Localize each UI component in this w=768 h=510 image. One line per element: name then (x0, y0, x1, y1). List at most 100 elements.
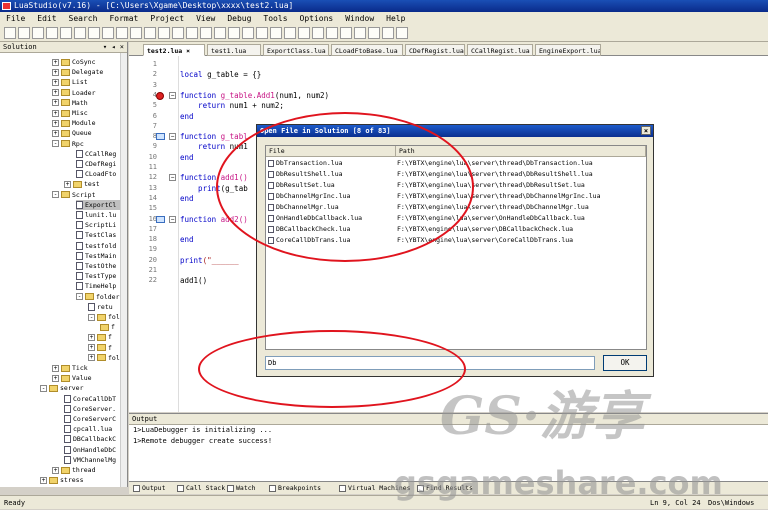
save-icon[interactable] (46, 27, 58, 39)
code-line[interactable]: function g_tabl (180, 132, 248, 141)
expand-icon[interactable]: + (52, 99, 59, 107)
tree-item[interactable]: + Loader (52, 88, 120, 98)
collapse-icon[interactable]: - (40, 384, 47, 392)
tree-scrollbar[interactable] (120, 53, 127, 487)
indent-icon[interactable] (186, 27, 198, 39)
menu-item[interactable]: Project (144, 12, 190, 25)
tab-file[interactable]: test1.lua (207, 44, 261, 56)
tree-item[interactable]: lunit.lu (76, 210, 120, 220)
tree-item[interactable]: - folder (76, 292, 120, 302)
tree-item[interactable]: - folde (88, 312, 120, 322)
expand-icon[interactable]: + (52, 119, 59, 127)
window-icon[interactable] (382, 27, 394, 39)
open-file-icon[interactable] (18, 27, 30, 39)
menu-item[interactable]: View (190, 12, 221, 25)
tree-item[interactable]: OnHandleDbC (64, 445, 120, 455)
collapse-icon[interactable]: - (88, 313, 95, 321)
tree-item[interactable]: ExportCl (76, 199, 120, 210)
tree-item[interactable]: + stress (40, 475, 120, 485)
code-line[interactable]: function g_table.Add1(num1, num2) (180, 91, 329, 100)
tree-item[interactable]: cpcall.lua (64, 424, 120, 434)
stop-icon[interactable] (298, 27, 310, 39)
expand-icon[interactable]: + (52, 58, 59, 66)
tree-item[interactable]: + Misc (52, 108, 120, 118)
fold-toggle-icon[interactable]: − (169, 133, 176, 141)
step-over-icon[interactable] (312, 27, 324, 39)
menu-item[interactable]: File (0, 12, 31, 25)
expand-icon[interactable]: + (64, 180, 71, 188)
expand-icon[interactable]: + (88, 344, 95, 352)
expand-icon[interactable]: + (88, 333, 95, 341)
tree-item[interactable]: + thread (52, 465, 120, 475)
tree-item[interactable]: - Rpc (52, 139, 120, 149)
tree-item[interactable]: + f (88, 343, 120, 353)
expand-icon[interactable]: + (88, 354, 95, 362)
tab-file[interactable]: CLoadFtoBase.lua (331, 44, 403, 56)
tree-item[interactable]: ScriptLi (76, 220, 120, 230)
copy-icon[interactable] (102, 27, 114, 39)
uncomment-icon[interactable] (172, 27, 184, 39)
tree-item[interactable]: testfold (76, 241, 120, 251)
menu-item[interactable]: Edit (31, 12, 62, 25)
tree-item[interactable]: + Value (52, 373, 120, 383)
tree-item[interactable]: + f (88, 332, 120, 342)
tree-item[interactable]: + List (52, 77, 120, 87)
step-into-icon[interactable] (326, 27, 338, 39)
comment-icon[interactable] (158, 27, 170, 39)
tab-file[interactable]: EngineExport.lua (535, 44, 601, 56)
tab-file[interactable]: CCallRegist.lua (467, 44, 533, 56)
bookmark-icon[interactable] (156, 133, 165, 141)
tree-item[interactable]: CoreServer. (64, 404, 120, 414)
tree-item[interactable]: + Queue (52, 128, 120, 138)
expand-icon[interactable]: + (52, 68, 59, 76)
output-tab[interactable]: Watch (227, 483, 256, 494)
watch-icon[interactable] (368, 27, 380, 39)
menu-item[interactable]: Help (380, 12, 411, 25)
tab-file[interactable]: ExportClass.lua (263, 44, 329, 56)
paste-icon[interactable] (116, 27, 128, 39)
print-icon[interactable] (74, 27, 86, 39)
tree-item[interactable]: + CoSync (52, 57, 120, 67)
code-line[interactable]: end (180, 194, 194, 203)
pause-icon[interactable] (284, 27, 296, 39)
tree-item[interactable]: CLoadFto (76, 169, 120, 179)
run-icon[interactable] (270, 27, 282, 39)
breakpoint-icon[interactable] (354, 27, 366, 39)
output-tab[interactable]: Output (133, 483, 165, 494)
menu-item[interactable]: Options (294, 12, 340, 25)
tree-item[interactable]: - Script (52, 190, 120, 200)
tree-item[interactable]: retu (88, 302, 120, 312)
tree-item[interactable]: TestMain (76, 251, 120, 261)
fold-toggle-icon[interactable]: − (169, 174, 176, 182)
tree-item[interactable]: CoreServerC (64, 414, 120, 424)
undo-icon[interactable] (130, 27, 142, 39)
collapse-icon[interactable]: - (52, 191, 59, 199)
find-icon[interactable] (214, 27, 226, 39)
collapse-icon[interactable]: - (76, 293, 83, 301)
code-line[interactable]: return num1 + num2; (180, 101, 284, 110)
tree-item[interactable]: + Tick (52, 363, 120, 373)
code-line[interactable]: add1() (180, 276, 207, 285)
tree-item[interactable]: DBCallbackC (64, 434, 120, 444)
tab-file[interactable]: CDefRegist.lua (405, 44, 465, 56)
tree-item[interactable]: TestOthe (76, 261, 120, 271)
menu-item[interactable]: Window (339, 12, 380, 25)
tree-item[interactable]: CCallReg (76, 149, 120, 159)
tree-item[interactable]: + Delegate (52, 67, 120, 77)
menu-item[interactable]: Tools (257, 12, 293, 25)
code-line[interactable]: end (180, 112, 194, 121)
breakpoint-icon[interactable] (156, 91, 164, 100)
new-file-icon[interactable] (4, 27, 16, 39)
tree-item[interactable]: + Module (52, 118, 120, 128)
save-all-icon[interactable] (60, 27, 72, 39)
redo-icon[interactable] (144, 27, 156, 39)
tree-item[interactable]: CDefRegi (76, 159, 120, 169)
expand-icon[interactable]: + (52, 109, 59, 117)
tree-item[interactable]: - server (40, 383, 120, 393)
menu-item[interactable]: Format (103, 12, 144, 25)
step-out-icon[interactable] (340, 27, 352, 39)
ok-button[interactable]: OK (603, 355, 647, 371)
expand-icon[interactable]: + (52, 78, 59, 86)
outdent-icon[interactable] (200, 27, 212, 39)
tree-item[interactable]: + folde (88, 353, 120, 363)
